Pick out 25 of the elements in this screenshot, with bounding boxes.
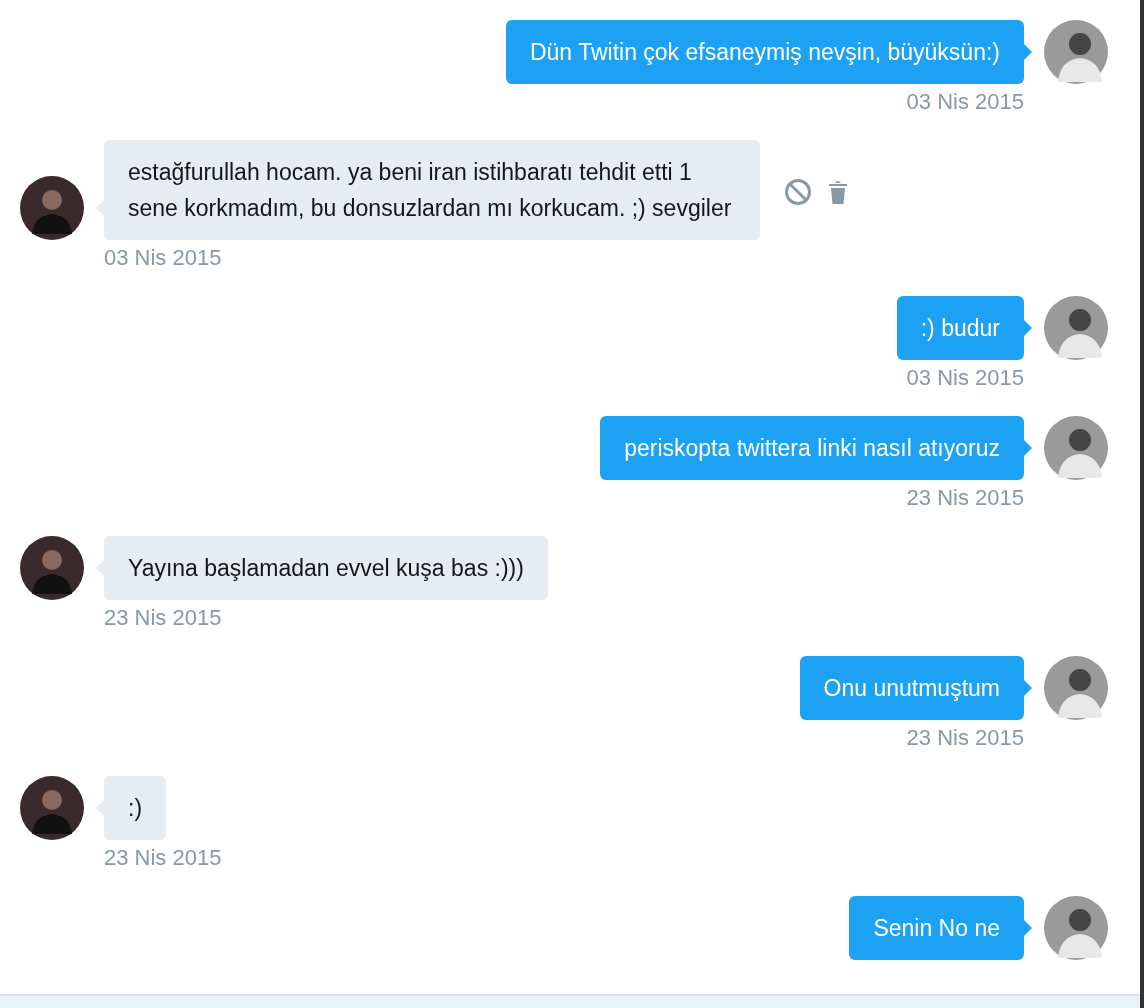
message-timestamp: 03 Nis 2015 [906,364,1024,392]
avatar[interactable] [1044,416,1108,480]
message-timestamp: 23 Nis 2015 [906,484,1024,512]
message-timestamp: 23 Nis 2015 [104,604,222,632]
avatar[interactable] [20,176,84,240]
avatar[interactable] [1044,296,1108,360]
message-text: estağfurullah hocam. ya beni iran istihbaratı tehdit etti 1 sene korkmadım, bu donsuzlardan mı korkucam. ;) sevgiler [128,159,732,221]
message-timestamp: 03 Nis 2015 [906,88,1024,116]
avatar[interactable] [1044,20,1108,84]
message-timestamp: 23 Nis 2015 [906,724,1024,752]
message-text: periskopta twittera linki nasıl atıyoruz [624,435,1000,461]
message-text: Onu unutmuştum [823,675,1000,701]
message-text: Senin No ne [873,915,1000,941]
message-text: Yayına başlamadan evvel kuşa bas :))) [128,555,524,581]
message-timestamp: 23 Nis 2015 [104,844,222,872]
avatar[interactable] [20,776,84,840]
delete-icon[interactable] [828,179,848,205]
block-icon[interactable] [784,178,812,206]
avatar[interactable] [1044,656,1108,720]
message-text: :) budur [920,315,1000,341]
avatar[interactable] [1044,896,1108,960]
message-text: Dün Twitin çok efsaneymiş nevşin, büyüksün:) [529,39,1000,65]
message-text: :) [128,795,143,821]
message-timestamp: 03 Nis 2015 [104,244,222,272]
avatar[interactable] [20,536,84,600]
